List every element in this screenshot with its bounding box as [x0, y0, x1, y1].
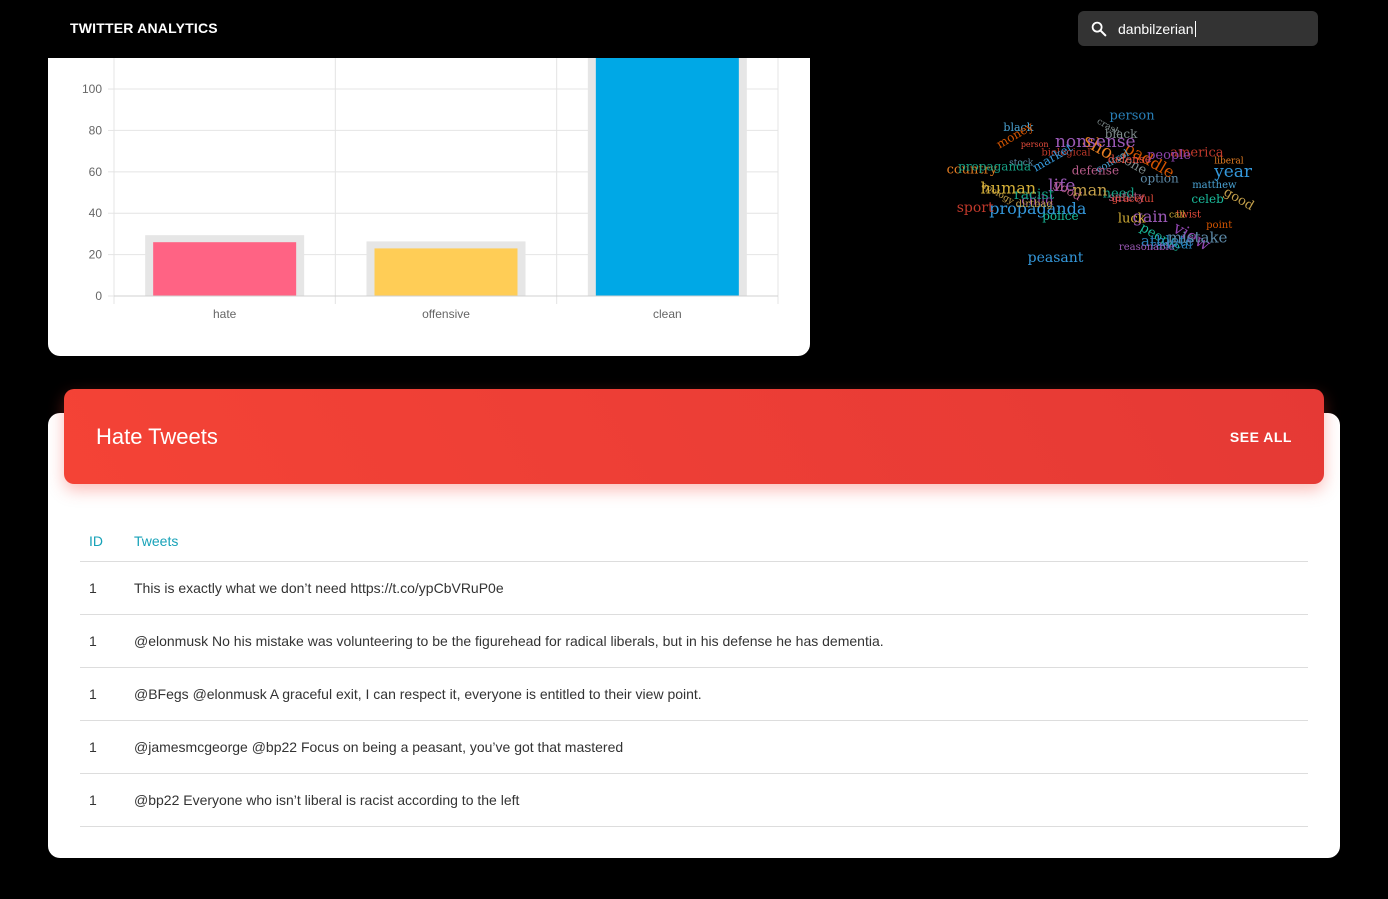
table-header-row: ID Tweets [80, 520, 1308, 562]
x-tick-label: hate [213, 307, 237, 321]
word-cloud-word: reasonable [1119, 242, 1175, 253]
word-cloud-word: black [1105, 127, 1138, 141]
word-cloud-word: good [1221, 185, 1256, 214]
column-header-tweets: Tweets [134, 520, 1308, 562]
search-icon [1091, 21, 1107, 37]
hate-tweets-title: Hate Tweets [96, 424, 218, 449]
y-tick-label: 0 [95, 289, 102, 303]
word-cloud-word: man [1072, 181, 1107, 200]
word-cloud-word: person [1021, 140, 1049, 149]
table-row: 1 This is exactly what we don’t need htt… [80, 561, 1308, 615]
word-cloud-word: celeb [1191, 192, 1224, 206]
word-cloud-word: call [1169, 211, 1185, 221]
tweet-text: @elonmusk No his mistake was volunteerin… [134, 614, 1308, 668]
bar-offensive [374, 248, 518, 296]
y-tick-label: 100 [82, 82, 102, 96]
y-tick-label: 40 [89, 206, 103, 220]
tweet-text: This is exactly what we don’t need https… [134, 561, 1308, 615]
y-tick-label: 20 [89, 248, 103, 262]
tweet-id: 1 [80, 561, 134, 615]
word-cloud-word: sport [957, 200, 994, 216]
x-tick-label: clean [653, 307, 682, 321]
word-cloud-word: person [1110, 108, 1156, 123]
bar-clean [595, 58, 739, 296]
bar-chart: 0 20 40 60 80 100 hate offensive clean [82, 58, 779, 321]
word-cloud-word: luck [1118, 211, 1146, 226]
tweet-text: @bp22 Everyone who isn’t liberal is raci… [134, 773, 1308, 827]
search-box[interactable]: danbilzerian [1078, 11, 1318, 46]
word-cloud-word: defense [1108, 153, 1151, 166]
word-cloud-graphic: apology lifepropaganda twistpeopleliberalo… [947, 108, 1257, 266]
word-cloud-word: propaganda [958, 160, 1031, 174]
x-tick-label: offensive [422, 307, 470, 321]
word-cloud: apology life propaganda twist people liberal o… [946, 100, 1257, 285]
table-row: 1 @BFegs @elonmusk A graceful exit, I ca… [80, 667, 1308, 721]
search-input[interactable]: danbilzerian [1118, 21, 1196, 37]
tweet-id: 1 [80, 614, 134, 668]
app-title: TWITTER ANALYTICS [70, 20, 218, 36]
hate-tweets-header: Hate Tweets SEE ALL [64, 389, 1324, 484]
word-cloud-word: people [1147, 148, 1191, 163]
tweet-text: @BFegs @elonmusk A graceful exit, I can … [134, 667, 1308, 721]
tweet-text: @jamesmcgeorge @bp22 Focus on being a pe… [134, 720, 1308, 774]
table-row: 1 @bp22 Everyone who isn’t liberal is ra… [80, 773, 1308, 827]
y-tick-label: 60 [89, 165, 103, 179]
word-cloud-word: graceful [1112, 194, 1154, 205]
word-cloud-word: police [1042, 209, 1078, 223]
y-tick-label: 80 [89, 123, 103, 137]
tweet-id: 1 [80, 667, 134, 721]
tweet-classification-chart: 0 20 40 60 80 100 hate offensive clean [48, 58, 810, 356]
word-cloud-word: mistake [1168, 229, 1228, 247]
table-row: 1 @elonmusk No his mistake was volunteer… [80, 614, 1308, 668]
column-header-id: ID [80, 520, 134, 562]
tweet-id: 1 [80, 773, 134, 827]
table-row: 1 @jamesmcgeorge @bp22 Focus on being a … [80, 720, 1308, 774]
see-all-button[interactable]: SEE ALL [1230, 429, 1292, 445]
word-cloud-word: peasant [1028, 250, 1084, 266]
top-navbar: TWITTER ANALYTICS danbilzerian [0, 0, 1388, 58]
hate-tweets-table: ID Tweets 1 This is exactly what we don’… [80, 520, 1308, 827]
word-cloud-word: human [980, 178, 1036, 197]
bar-hate [153, 242, 297, 296]
tweet-id: 1 [80, 720, 134, 774]
word-cloud-word: year [1213, 162, 1253, 182]
